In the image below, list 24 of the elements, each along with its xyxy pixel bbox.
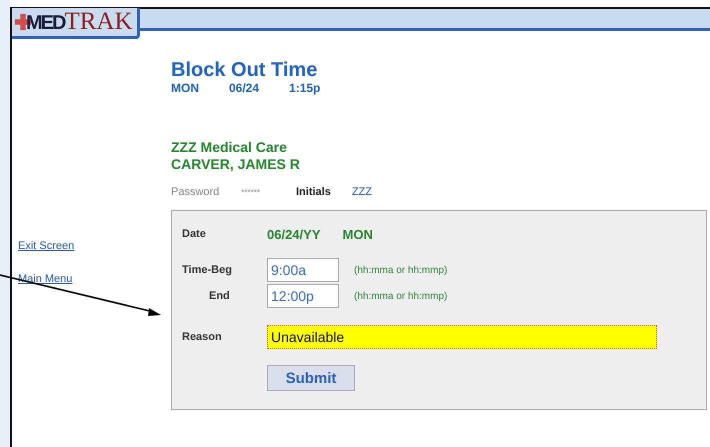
time-text: 1:15p <box>289 81 320 95</box>
initials-label: Initials <box>296 186 331 198</box>
day-text: MON <box>171 81 199 95</box>
nav-link[interactable]: Exit Screen <box>18 240 171 252</box>
date-label: Date <box>182 228 207 240</box>
reason-input[interactable]: Unavailable <box>267 325 657 349</box>
page-title: Block Out Time <box>171 59 318 81</box>
time-label: End <box>208 290 231 302</box>
format-hint: (hh:mma or hh:mmp) <box>354 264 448 276</box>
password-value: ****** <box>241 188 260 197</box>
format-hint: (hh:mma or hh:mmp) <box>354 290 448 302</box>
password-label: Password <box>171 186 220 198</box>
logo-text: MEDTRAK <box>26 8 133 36</box>
initials-value: ZZZ <box>352 186 372 198</box>
practice-name: ZZZ Medical Care <box>171 139 288 156</box>
time-input[interactable]: 12:00p <box>267 284 339 308</box>
day-value: MON <box>342 226 373 242</box>
provider-name: CARVER, JAMES R <box>171 156 301 173</box>
date-text: 06/24 <box>229 81 260 95</box>
date-value: 06/24/YY <box>267 226 320 242</box>
time-label: Time-Beg <box>182 264 233 276</box>
submit-button[interactable]: Submit <box>267 365 355 391</box>
reason-label: Reason <box>182 331 223 343</box>
time-input[interactable]: 9:00a <box>267 258 339 282</box>
